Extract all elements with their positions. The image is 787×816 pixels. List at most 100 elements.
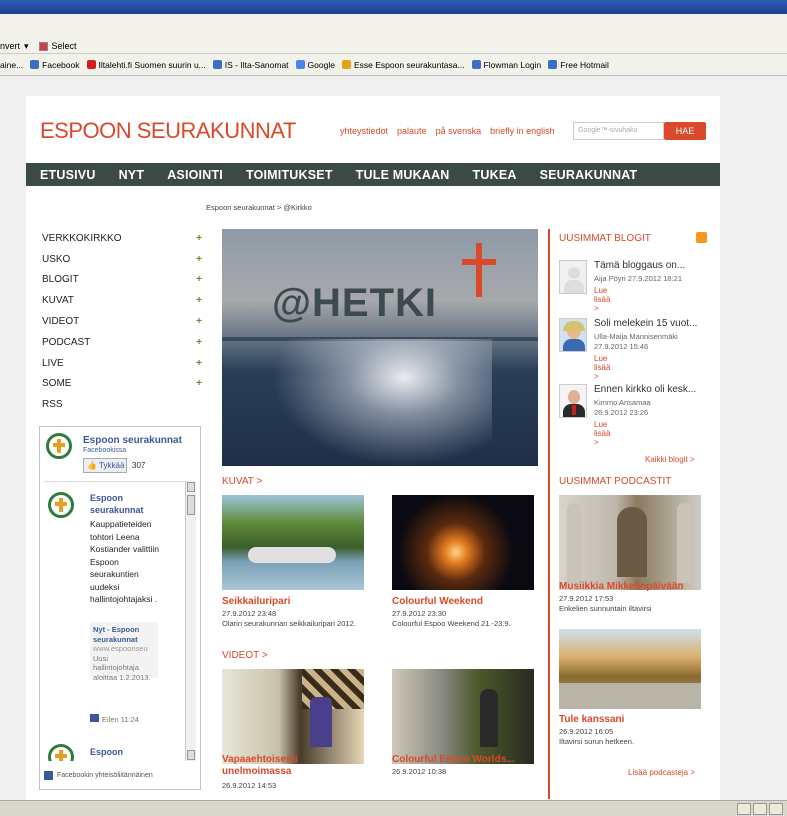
videot-thumb-colourful-espoo[interactable] <box>392 669 534 764</box>
podcast-thumb-mikkelinpaiva[interactable] <box>559 495 701 590</box>
nav-tule-mukaan[interactable]: TULE MUKAAN <box>356 168 450 182</box>
person-shape <box>310 697 332 747</box>
read-more-link[interactable]: Lue lisää > <box>594 286 610 313</box>
podcast-item-title[interactable]: Musiikkia Mikkelinpäivään <box>559 581 684 592</box>
sidenav-item-usko[interactable]: USKO + <box>42 249 202 270</box>
convert-button[interactable]: nvert <box>0 41 20 51</box>
person-shape <box>480 689 498 747</box>
kuvat-item-meta: 27.9.2012 23:30 Colourful Espoo Weekend 2… <box>392 609 511 628</box>
kuvat-thumb-colourful-weekend[interactable] <box>392 495 534 590</box>
scroll-down-icon[interactable] <box>187 750 195 760</box>
share-url: www.espoonseu <box>93 644 148 653</box>
favorite-iltalehti[interactable]: Iltalehti.fi Suomen suurin u... <box>86 60 206 70</box>
nav-toimitukset[interactable]: TOIMITUKSET <box>246 168 333 182</box>
favorite-google[interactable]: Google <box>295 60 335 70</box>
nav-seurakunnat[interactable]: SEURAKUNNAT <box>540 168 638 182</box>
sidenav-item-some[interactable]: SOME + <box>42 374 202 395</box>
sidenav-item-podcast[interactable]: PODCAST + <box>42 332 202 353</box>
plus-icon[interactable]: + <box>196 337 202 348</box>
column-divider <box>548 229 550 799</box>
podcast-thumb-tule-kanssani[interactable] <box>559 629 701 709</box>
fb-post-time[interactable]: Eilen 11:24 <box>90 714 139 724</box>
kuvat-heading[interactable]: KUVAT > <box>222 476 262 487</box>
favorite-item[interactable]: aine... <box>0 60 23 70</box>
videot-item-title[interactable]: Vapaaehtoisesti unelmoimassa <box>222 754 362 778</box>
nav-etusivu[interactable]: ETUSIVU <box>40 168 96 182</box>
status-cell <box>753 803 767 815</box>
blogit-heading[interactable]: UUSIMMAT BLOGIT <box>559 233 651 244</box>
breadcrumb[interactable]: Espoon seurakunnat > @Kirkko <box>206 203 312 212</box>
videot-heading[interactable]: VIDEOT > <box>222 650 268 661</box>
fb-post2-author[interactable]: Espoon <box>90 747 123 757</box>
fb-shared-link[interactable]: Nyt - Espoon seurakunnat www.espoonseu U… <box>90 622 158 682</box>
kuvat-item-title[interactable]: Colourful Weekend <box>392 596 483 607</box>
plus-icon[interactable]: + <box>196 378 202 389</box>
fb-subtitle[interactable]: Facebookissa <box>83 447 126 454</box>
fb-scrollbar[interactable] <box>185 481 196 761</box>
favorite-is[interactable]: IS - Ilta-Sanomat <box>212 60 289 70</box>
videot-item-date: 26.9.2012 14:53 <box>222 781 277 790</box>
plus-icon[interactable]: + <box>196 316 202 327</box>
kuvat-item-title[interactable]: Seikkailuripari <box>222 596 290 607</box>
sidenav-item-blogit[interactable]: BLOGIT + <box>42 270 202 291</box>
hero-banner[interactable]: @HETKI <box>222 229 538 466</box>
sidenav-item-kuvat[interactable]: KUVAT + <box>42 290 202 311</box>
kuvat-thumb-seikkailuripari[interactable] <box>222 495 364 590</box>
videot-item-title[interactable]: Colourful Espoo Worlds... <box>392 754 515 765</box>
search-button[interactable]: HAE <box>664 122 706 140</box>
favorite-flowman[interactable]: Flowman Login <box>471 60 541 70</box>
link-english[interactable]: briefly in english <box>490 126 555 136</box>
chevron-down-icon[interactable]: ▾ <box>24 41 29 52</box>
site-logo[interactable]: ESPOON SEURAKUNNAT <box>40 118 296 144</box>
fb-page-name[interactable]: Espoon seurakunnat <box>83 435 182 446</box>
podcastit-heading[interactable]: UUSIMMAT PODCASTIT <box>559 476 671 487</box>
plus-icon[interactable]: + <box>196 358 202 369</box>
blog-title[interactable]: Soli melekein 15 vuot... <box>594 318 697 329</box>
sidenav-item-rss[interactable]: RSS <box>42 394 198 415</box>
nav-tukea[interactable]: TUKEA <box>473 168 517 182</box>
link-yhteystiedot[interactable]: yhteystiedot <box>340 126 388 136</box>
sidenav-item-verkkokirkko[interactable]: VERKKOKIRKKO + <box>42 228 202 249</box>
statue-shape <box>617 507 647 577</box>
nav-nyt[interactable]: NYT <box>119 168 145 182</box>
read-more-link[interactable]: Lue lisää > <box>594 354 610 381</box>
status-cell <box>737 803 751 815</box>
scroll-up-icon[interactable] <box>187 482 195 492</box>
facebook-widget: Espoon seurakunnat Facebookissa 👍 Tykkää… <box>39 426 201 790</box>
read-more-link[interactable]: Lue lisää > <box>594 420 610 447</box>
search-input[interactable]: Google™-sivuhaku <box>573 122 664 140</box>
scroll-thumb[interactable] <box>187 495 195 515</box>
blog-title[interactable]: Tämä bloggaus on... <box>594 260 685 271</box>
all-blogs-link[interactable]: Kaikki blogit > <box>645 455 695 464</box>
fb-like-count: 307 <box>132 461 146 470</box>
nav-asiointi[interactable]: ASIOINTI <box>167 168 223 182</box>
plus-icon[interactable]: + <box>196 233 202 244</box>
plus-icon[interactable]: + <box>196 254 202 265</box>
select-button[interactable]: Select <box>52 41 77 51</box>
link-pa-svenska[interactable]: på svenska <box>436 126 482 136</box>
fb-footer[interactable]: Facebookin yhteisöliitännäinen <box>44 771 153 780</box>
more-podcasts-link[interactable]: Lisää podcasteja > <box>628 768 695 777</box>
rss-icon[interactable] <box>696 232 707 243</box>
link-palaute[interactable]: palaute <box>397 126 427 136</box>
fb-feed: Espoon seurakunnat Kauppatieteiden tohto… <box>44 481 188 761</box>
favorite-hotmail[interactable]: Free Hotmail <box>548 60 609 70</box>
fb-post-author[interactable]: Espoon seurakunnat <box>90 492 170 516</box>
select-icon <box>38 41 48 51</box>
cross-logo-icon <box>46 433 72 459</box>
sidenav-item-videot[interactable]: VIDEOT + <box>42 311 202 332</box>
plus-icon[interactable]: + <box>196 295 202 306</box>
podcast-item-title[interactable]: Tule kanssani <box>559 714 624 725</box>
videot-thumb-vapaaehtoisesti[interactable] <box>222 669 364 764</box>
fb-like-button[interactable]: 👍 Tykkää <box>83 458 127 473</box>
plus-icon[interactable]: + <box>196 274 202 285</box>
podcast-item-meta: 26.9.2012 16:05 Iltavirsi surun hetkeen. <box>559 727 635 746</box>
hero-sun-reflection <box>272 339 492 466</box>
videot-item-date: 26.9.2012 10:38 <box>392 767 447 776</box>
favorite-esse[interactable]: Esse Espoon seurakuntasa... <box>341 60 465 70</box>
favorite-facebook[interactable]: Facebook <box>30 60 80 70</box>
blog-title[interactable]: Ennen kirkko oli kesk... <box>594 384 696 395</box>
share-desc: Uusi hallintojohtaja aloittaa 1.2.2013. <box>93 653 151 682</box>
sidenav-item-live[interactable]: LIVE + <box>42 353 202 374</box>
top-links: yhteystiedot palaute på svenska briefly … <box>340 126 555 136</box>
